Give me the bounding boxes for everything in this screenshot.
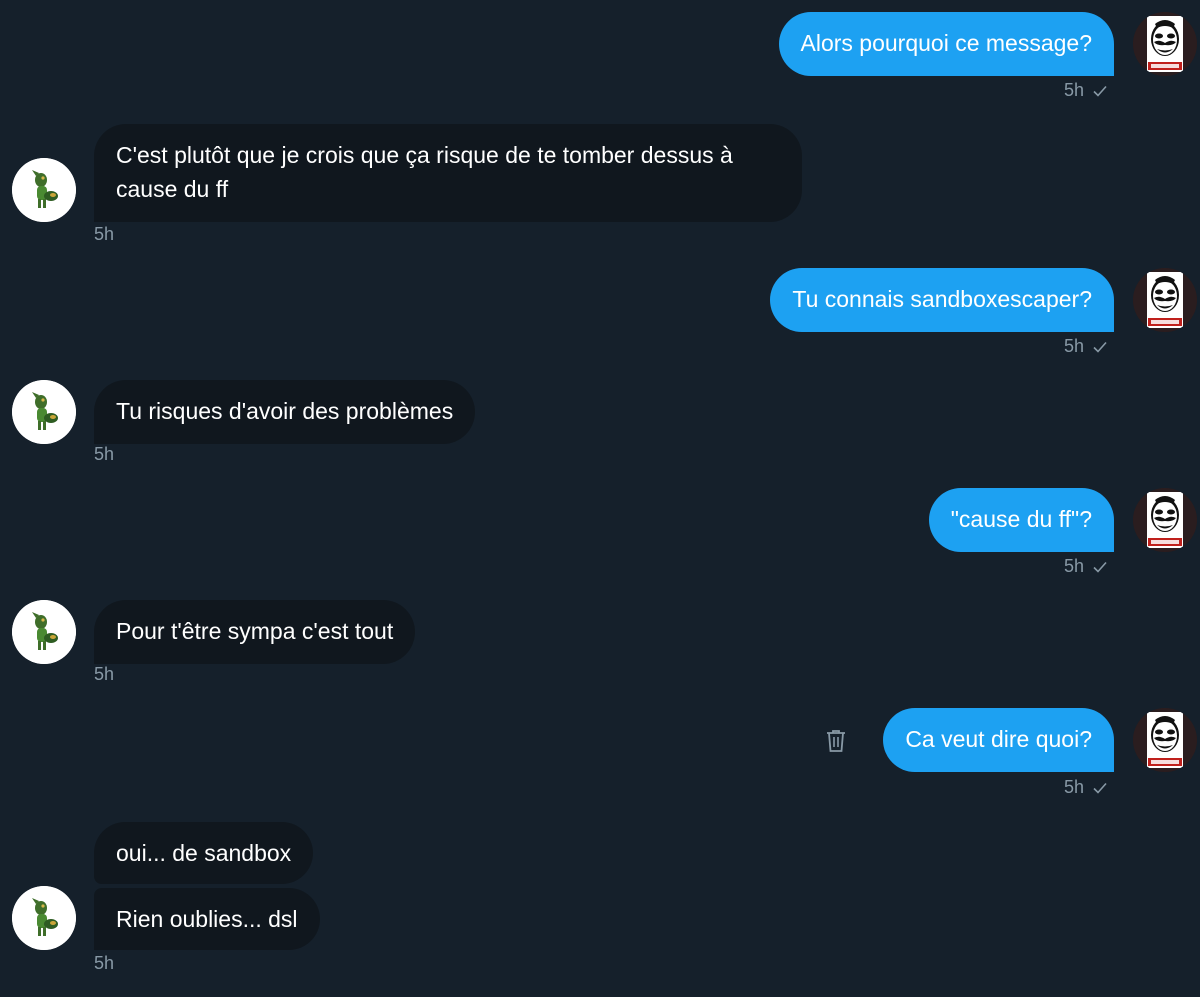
- message-text: Pour t'être sympa c'est tout: [116, 618, 394, 644]
- message-time: 5h: [1063, 777, 1084, 797]
- fsociety-mask-icon: [1133, 488, 1197, 552]
- message-text: Alors pourquoi ce message?: [800, 30, 1093, 56]
- checkmark-icon: [1092, 339, 1108, 355]
- message-bubble-sent[interactable]: "cause du ff"?: [928, 488, 1114, 552]
- message-bubble-received[interactable]: Pour t'être sympa c'est tout: [94, 600, 416, 664]
- message-text: "cause du ff"?: [950, 506, 1092, 532]
- message-bubble-received[interactable]: oui... de sandbox: [94, 822, 314, 884]
- message-meta: 5h: [1064, 80, 1108, 101]
- message-time: 5h: [1063, 80, 1084, 100]
- message-meta: 5h: [1064, 336, 1108, 357]
- checkmark-icon: [1092, 559, 1108, 575]
- cartoon-character-icon: [12, 886, 76, 950]
- message-text: oui... de sandbox: [116, 840, 292, 866]
- cartoon-character-icon: [12, 158, 76, 222]
- message-bubble-sent[interactable]: Ca veut dire quoi?: [883, 708, 1114, 772]
- checkmark-icon: [1092, 780, 1108, 796]
- contact-avatar[interactable]: [12, 158, 76, 222]
- message-bubble-received[interactable]: Rien oublies... dsl: [94, 888, 320, 950]
- contact-avatar[interactable]: [12, 380, 76, 444]
- message-bubble-received[interactable]: Tu risques d'avoir des problèmes: [94, 380, 476, 444]
- my-avatar[interactable]: [1133, 488, 1197, 552]
- message-meta: 5h: [94, 224, 114, 245]
- message-bubble-received[interactable]: C'est plutôt que je crois que ça risque …: [94, 124, 802, 222]
- message-text: Tu risques d'avoir des problèmes: [116, 398, 454, 424]
- message-text: Rien oublies... dsl: [116, 906, 298, 932]
- message-text: C'est plutôt que je crois que ça risque …: [116, 142, 733, 202]
- message-time: 5h: [94, 953, 115, 973]
- message-bubble-sent[interactable]: Tu connais sandboxescaper?: [770, 268, 1114, 332]
- message-meta: 5h: [94, 444, 114, 465]
- message-time: 5h: [94, 224, 115, 244]
- message-bubble-sent[interactable]: Alors pourquoi ce message?: [778, 12, 1114, 76]
- conversation-thread: Alors pourquoi ce message? 5h C'est plut…: [0, 0, 1200, 997]
- message-time: 5h: [94, 664, 115, 684]
- message-time: 5h: [94, 444, 115, 464]
- message-meta: 5h: [1064, 556, 1108, 577]
- my-avatar[interactable]: [1133, 12, 1197, 76]
- fsociety-mask-icon: [1133, 12, 1197, 76]
- trash-icon[interactable]: [824, 728, 848, 754]
- message-time: 5h: [1063, 336, 1084, 356]
- fsociety-mask-icon: [1133, 708, 1197, 772]
- message-meta: 5h: [94, 664, 114, 685]
- fsociety-mask-icon: [1133, 268, 1197, 332]
- my-avatar[interactable]: [1133, 268, 1197, 332]
- contact-avatar[interactable]: [12, 886, 76, 950]
- checkmark-icon: [1092, 83, 1108, 99]
- message-text: Ca veut dire quoi?: [905, 726, 1092, 752]
- my-avatar[interactable]: [1133, 708, 1197, 772]
- message-time: 5h: [1063, 556, 1084, 576]
- message-meta: 5h: [94, 953, 114, 974]
- cartoon-character-icon: [12, 600, 76, 664]
- message-text: Tu connais sandboxescaper?: [792, 286, 1092, 312]
- cartoon-character-icon: [12, 380, 76, 444]
- contact-avatar[interactable]: [12, 600, 76, 664]
- message-meta: 5h: [1064, 777, 1108, 798]
